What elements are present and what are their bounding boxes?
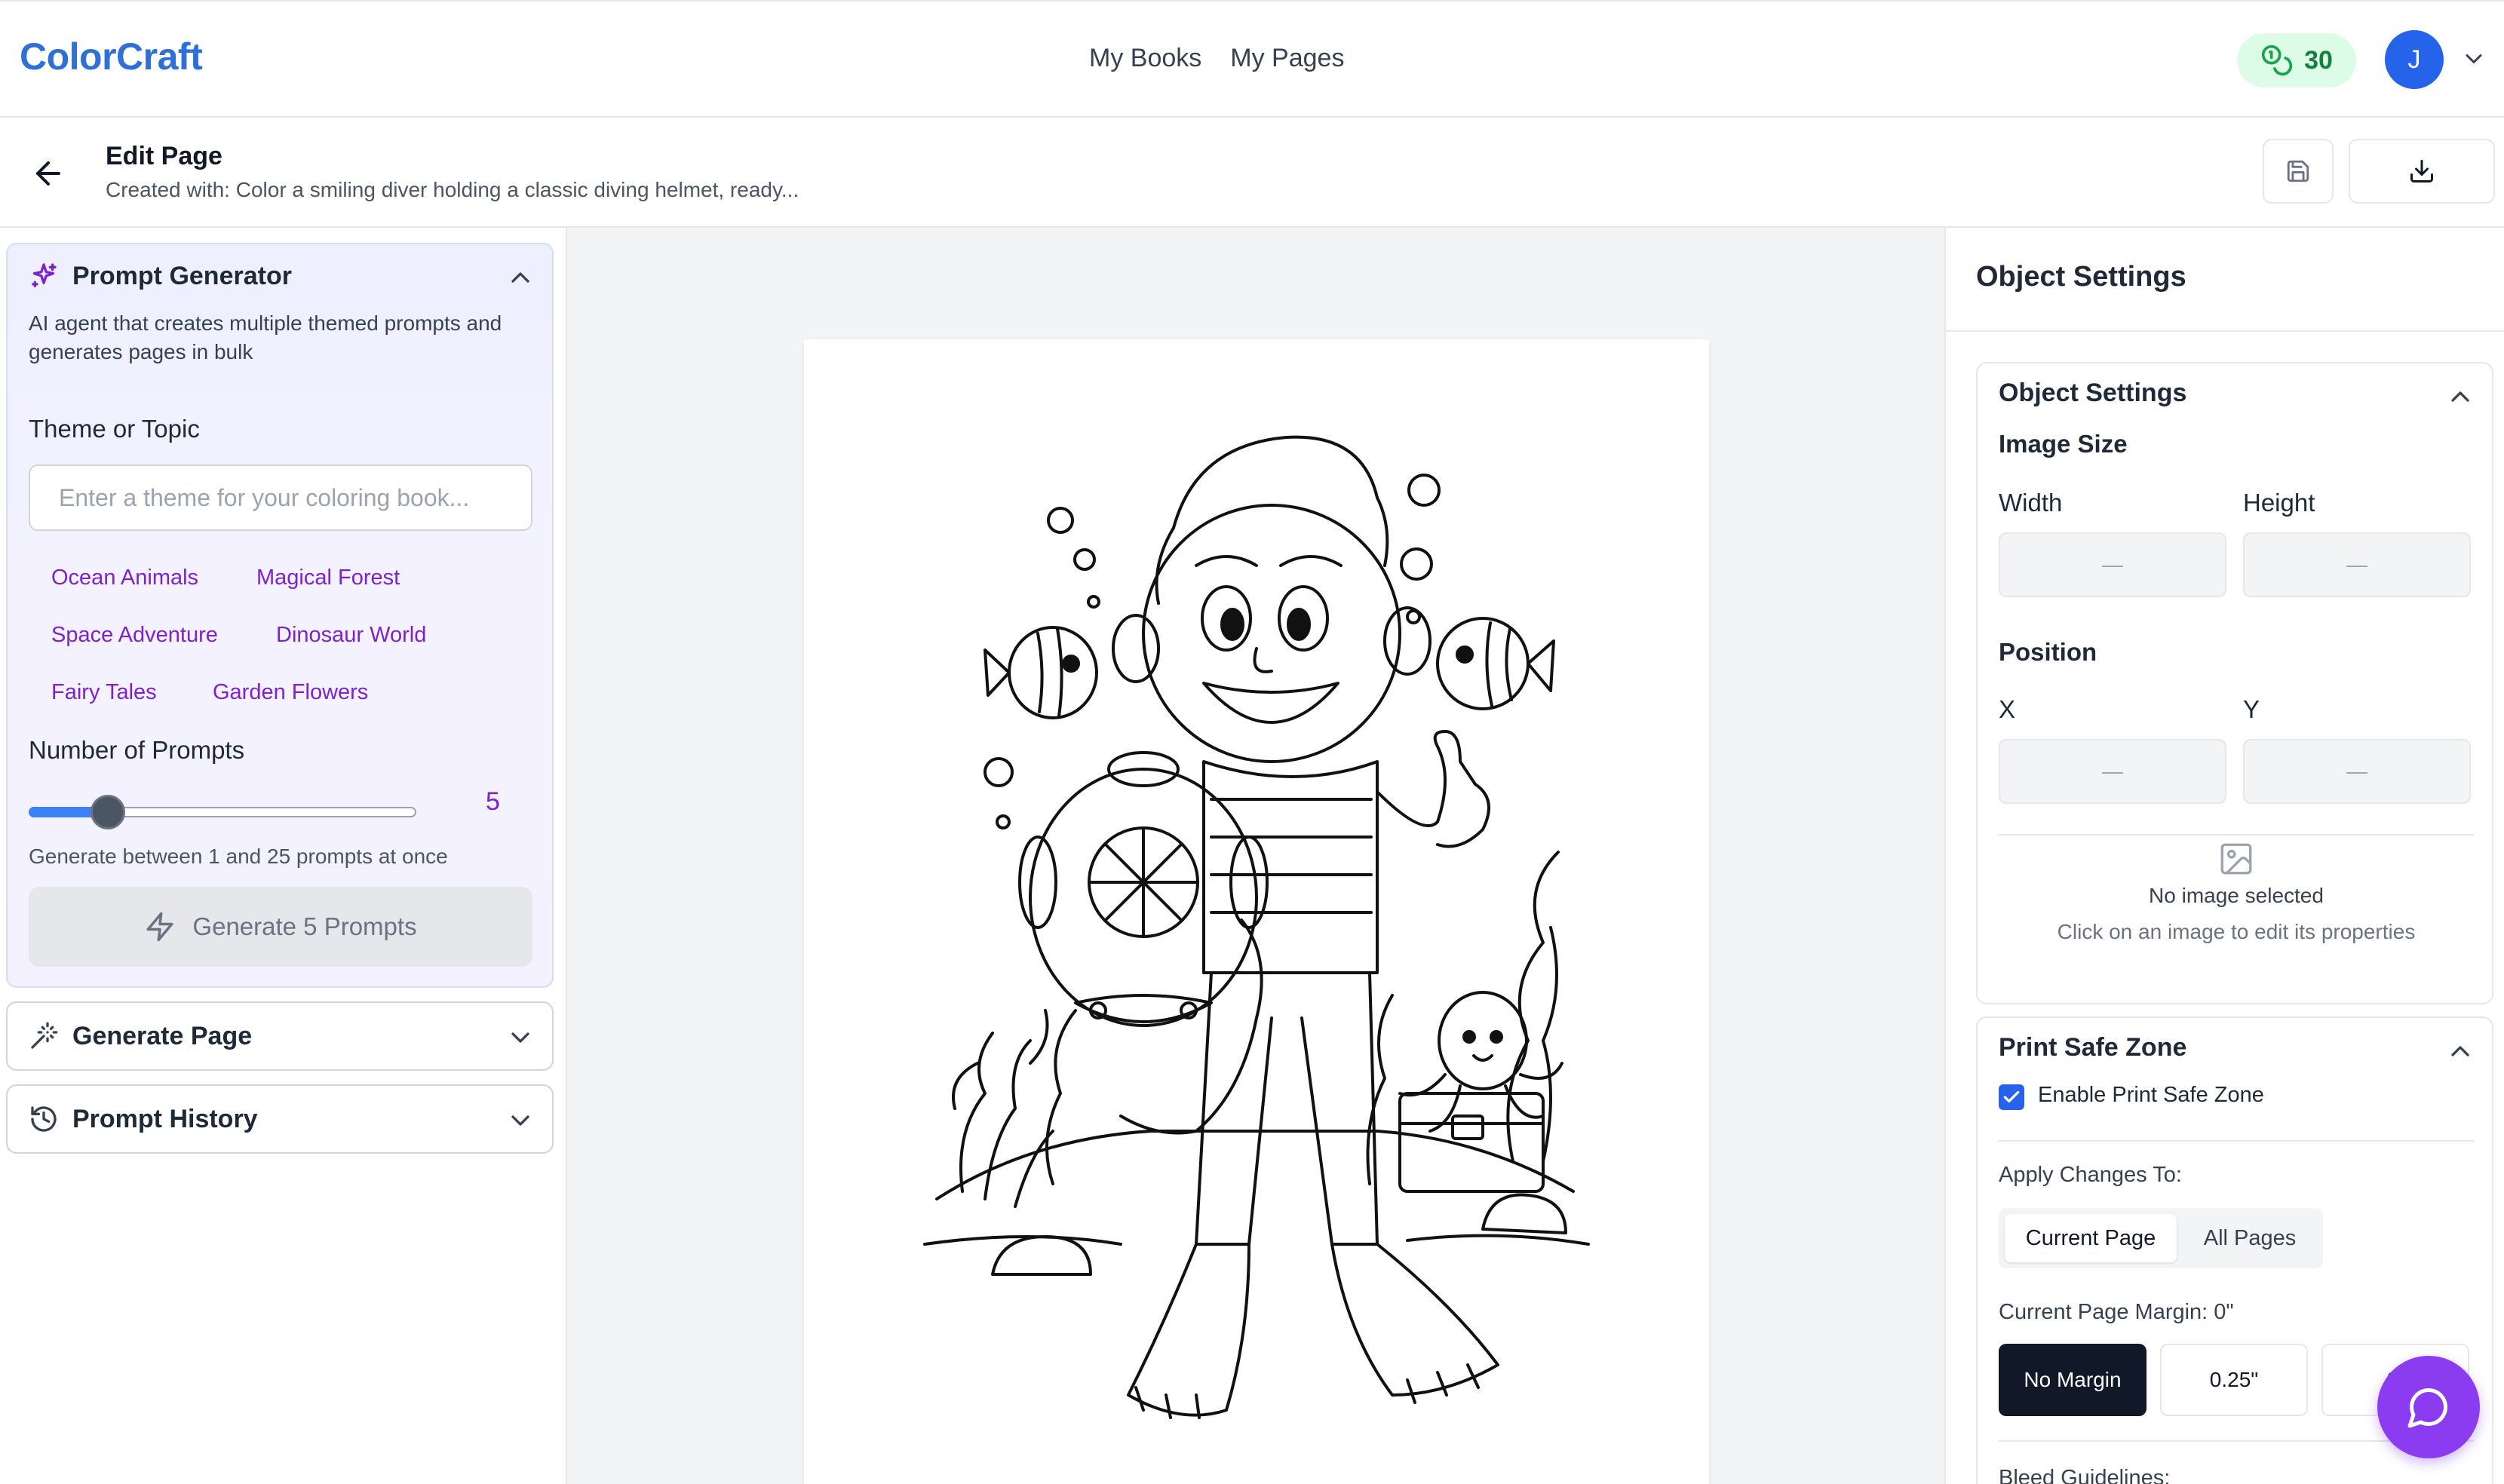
width-label: Width bbox=[1999, 489, 2063, 517]
sparkles-icon bbox=[32, 263, 57, 287]
credits-count: 30 bbox=[2304, 45, 2333, 75]
margin-025-button[interactable]: 0.25" bbox=[2160, 1344, 2308, 1416]
y-label: Y bbox=[2243, 695, 2260, 723]
prompt-generator-header[interactable]: Prompt Generator bbox=[29, 261, 292, 291]
no-image-subtitle: Click on an image to edit its properties bbox=[2057, 920, 2416, 943]
prompt-count-slider[interactable] bbox=[29, 793, 421, 829]
height-label: Height bbox=[2243, 489, 2315, 517]
current-margin-label: Current Page Margin: 0" bbox=[1999, 1300, 2234, 1324]
back-arrow-icon[interactable] bbox=[30, 155, 66, 192]
coins-icon bbox=[2261, 44, 2293, 76]
number-of-prompts-label: Number of Prompts bbox=[29, 736, 245, 764]
prompt-generator-description: AI agent that creates multiple themed pr… bbox=[29, 311, 502, 363]
generate-page-title: Generate Page bbox=[72, 1021, 253, 1050]
slider-help-text: Generate between 1 and 25 prompts at onc… bbox=[29, 845, 448, 868]
print-safe-zone-title[interactable]: Print Safe Zone bbox=[1999, 1033, 2186, 1062]
divider bbox=[1999, 1140, 2474, 1142]
page-title: Edit Page bbox=[106, 142, 222, 170]
nav-link-my-pages[interactable]: My Pages bbox=[1230, 44, 1344, 73]
prompt-generator-panel: Prompt Generator AI agent that creates m… bbox=[6, 243, 554, 988]
generate-prompts-label: Generate 5 Prompts bbox=[192, 912, 417, 940]
download-icon bbox=[2410, 160, 2433, 182]
x-input[interactable]: — bbox=[1999, 739, 2226, 804]
magic-wand-icon bbox=[31, 1022, 58, 1049]
top-navbar: ColorCraft My Books My Pages 30 J bbox=[0, 0, 2504, 118]
divider bbox=[1999, 834, 2474, 836]
height-input[interactable]: — bbox=[2243, 532, 2471, 597]
apply-current-page-option[interactable]: Current Page bbox=[2005, 1214, 2177, 1262]
object-settings-panel-title: Object Settings bbox=[1976, 261, 2186, 293]
suggestion-space-adventure[interactable]: Space Adventure bbox=[51, 623, 218, 648]
apply-changes-label: Apply Changes To: bbox=[1999, 1163, 2182, 1187]
credits-badge[interactable]: 30 bbox=[2237, 33, 2356, 87]
chat-button[interactable] bbox=[2377, 1356, 2480, 1458]
image-placeholder-icon bbox=[2220, 843, 2252, 875]
margin-none-button[interactable]: No Margin bbox=[1999, 1344, 2147, 1416]
object-settings-card: Object Settings Image Size Width Height … bbox=[1976, 362, 2493, 1004]
theme-label: Theme or Topic bbox=[29, 415, 200, 443]
generate-prompts-button[interactable]: Generate 5 Prompts bbox=[29, 887, 532, 967]
diver-coloring-illustration[interactable] bbox=[804, 339, 1709, 1484]
prompt-count-value: 5 bbox=[486, 787, 500, 816]
enable-print-safe-label[interactable]: Enable Print Safe Zone bbox=[2038, 1083, 2264, 1108]
app-logo[interactable]: ColorCraft bbox=[20, 35, 203, 78]
apply-all-pages-option[interactable]: All Pages bbox=[2183, 1214, 2317, 1262]
chevron-down-icon bbox=[511, 1032, 529, 1043]
suggestion-garden-flowers[interactable]: Garden Flowers bbox=[213, 680, 368, 705]
apply-changes-toggle: Current Page All Pages bbox=[1999, 1208, 2323, 1268]
main-nav: My Books My Pages bbox=[1089, 44, 1344, 73]
chevron-up-icon[interactable] bbox=[2445, 382, 2475, 412]
chevron-up-icon[interactable] bbox=[505, 262, 535, 293]
position-label: Position bbox=[1999, 638, 2097, 666]
suggestion-dinosaur-world[interactable]: Dinosaur World bbox=[276, 623, 426, 648]
save-button[interactable] bbox=[2263, 139, 2334, 204]
theme-input[interactable] bbox=[29, 465, 532, 531]
nav-link-my-books[interactable]: My Books bbox=[1089, 44, 1201, 73]
chevron-down-icon[interactable] bbox=[2460, 45, 2487, 72]
prompt-generator-title: Prompt Generator bbox=[72, 261, 292, 290]
right-sidebar: Object Settings Object Settings Image Si… bbox=[1944, 228, 2504, 1484]
x-label: X bbox=[1999, 695, 2016, 723]
check-icon bbox=[2003, 1090, 2020, 1103]
prompt-history-title: Prompt History bbox=[72, 1104, 258, 1133]
prompt-history-accordion[interactable]: Prompt History bbox=[6, 1084, 554, 1154]
save-icon bbox=[2287, 160, 2309, 182]
slider-thumb[interactable] bbox=[91, 795, 125, 829]
chevron-down-icon bbox=[511, 1115, 529, 1126]
edit-page-header: Edit Page Created with: Color a smiling … bbox=[0, 118, 2504, 228]
history-icon bbox=[31, 1106, 57, 1132]
divider bbox=[1946, 330, 2504, 332]
suggestion-ocean-animals[interactable]: Ocean Animals bbox=[51, 566, 198, 590]
page-subtitle: Created with: Color a smiling diver hold… bbox=[106, 178, 799, 201]
generate-page-accordion[interactable]: Generate Page bbox=[6, 1001, 554, 1071]
bleed-guidelines-label: Bleed Guidelines: bbox=[1999, 1466, 2171, 1484]
y-input[interactable]: — bbox=[2243, 739, 2471, 804]
page-canvas-area bbox=[567, 228, 1944, 1484]
image-size-label: Image Size bbox=[1999, 430, 2128, 458]
chat-bubble-icon bbox=[2407, 1387, 2448, 1428]
user-avatar[interactable]: J bbox=[2385, 30, 2444, 89]
no-image-title: No image selected bbox=[2149, 884, 2324, 907]
left-sidebar: Prompt Generator AI agent that creates m… bbox=[0, 228, 567, 1484]
lightning-icon bbox=[146, 912, 173, 942]
enable-print-safe-checkbox[interactable] bbox=[1999, 1084, 2024, 1110]
chevron-up-icon[interactable] bbox=[2445, 1036, 2475, 1066]
download-button[interactable] bbox=[2349, 139, 2495, 204]
suggestion-fairy-tales[interactable]: Fairy Tales bbox=[51, 680, 157, 705]
suggestion-magical-forest[interactable]: Magical Forest bbox=[256, 566, 400, 590]
width-input[interactable]: — bbox=[1999, 532, 2226, 597]
coloring-page[interactable] bbox=[804, 339, 1709, 1484]
object-settings-card-title[interactable]: Object Settings bbox=[1999, 379, 2186, 408]
